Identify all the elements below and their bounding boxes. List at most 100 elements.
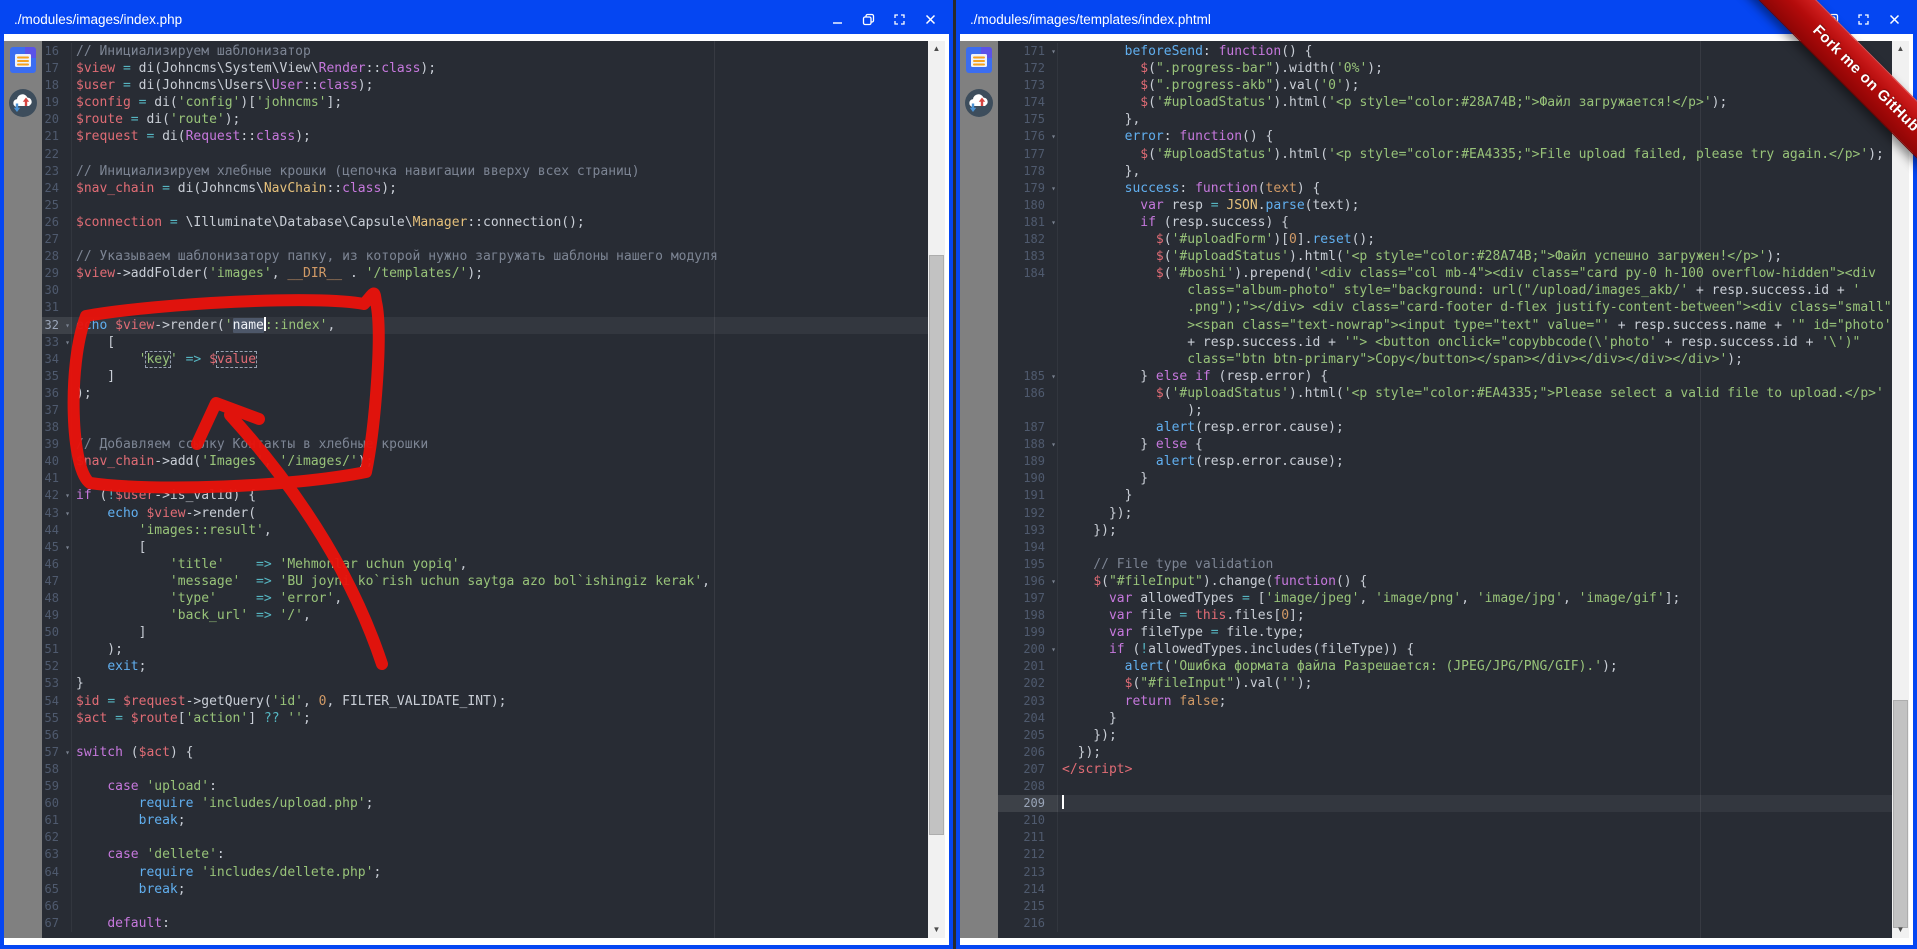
code-line[interactable]: 40$nav_chain->add('Images', '/images/'); <box>42 453 928 470</box>
line-number[interactable]: 52 <box>42 658 72 675</box>
line-number[interactable]: 183 <box>998 248 1058 265</box>
code-line[interactable]: 46 'title' => 'Mehmonlar uchun yopiq', <box>42 556 928 573</box>
restore-icon[interactable] <box>859 10 877 28</box>
code-line[interactable]: 32▾echo $view->render('name::index', <box>42 317 928 334</box>
fold-arrow-icon[interactable]: ▾ <box>1051 180 1056 197</box>
scroll-up-icon[interactable]: ▲ <box>928 41 945 57</box>
code-line[interactable]: 21$request = di(Request::class); <box>42 128 928 145</box>
code-line[interactable]: 199 var fileType = file.type; <box>998 624 1892 641</box>
code-line[interactable]: 208 <box>998 778 1892 795</box>
code-line[interactable]: 207</script> <box>998 761 1892 778</box>
line-number[interactable]: 35 <box>42 368 72 385</box>
line-number[interactable]: 184 <box>998 265 1058 282</box>
code-line[interactable]: 183 $('#uploadStatus').html('<p style="c… <box>998 248 1892 265</box>
line-number[interactable]: 59 <box>42 778 72 795</box>
code-line[interactable]: 54$id = $request->getQuery('id', 0, FILT… <box>42 693 928 710</box>
code-line[interactable]: 25 <box>42 197 928 214</box>
code-line[interactable]: 51 ); <box>42 641 928 658</box>
cloud-sync-icon[interactable] <box>964 88 994 123</box>
code-editor[interactable]: 16// Инициализируем шаблонизатор17$view … <box>42 41 928 938</box>
code-line[interactable]: 59 case 'upload': <box>42 778 928 795</box>
line-number[interactable]: 63 <box>42 846 72 863</box>
line-number[interactable]: 60 <box>42 795 72 812</box>
line-number[interactable]: 189 <box>998 453 1058 470</box>
line-number[interactable]: 192 <box>998 505 1058 522</box>
fold-arrow-icon[interactable]: ▾ <box>1051 368 1056 385</box>
line-number[interactable]: 207 <box>998 761 1058 778</box>
line-number[interactable]: 65 <box>42 881 72 898</box>
line-number[interactable]: 19 <box>42 94 72 111</box>
code-line[interactable]: 60 require 'includes/upload.php'; <box>42 795 928 812</box>
code-line[interactable]: 57▾switch ($act) { <box>42 744 928 761</box>
line-number[interactable] <box>998 351 1058 368</box>
code-line[interactable]: 215 <box>998 898 1892 915</box>
code-line[interactable]: 65 break; <box>42 881 928 898</box>
code-line[interactable]: 23// Инициализируем хлебные крошки (цепо… <box>42 163 928 180</box>
code-line[interactable]: 206 }); <box>998 744 1892 761</box>
line-number[interactable]: 29 <box>42 265 72 282</box>
line-number[interactable]: 214 <box>998 881 1058 898</box>
save-icon[interactable] <box>9 46 37 79</box>
line-number[interactable]: 193 <box>998 522 1058 539</box>
line-number[interactable]: 205 <box>998 727 1058 744</box>
line-number[interactable]: 185▾ <box>998 368 1058 385</box>
line-number[interactable]: 190 <box>998 470 1058 487</box>
line-number[interactable]: 58 <box>42 761 72 778</box>
vertical-scrollbar[interactable]: ▲ ▼ <box>928 41 945 938</box>
code-line[interactable]: 19$config = di('config')['johncms']; <box>42 94 928 111</box>
line-number[interactable]: 57▾ <box>42 744 72 761</box>
line-number[interactable]: 208 <box>998 778 1058 795</box>
code-line[interactable]: 187 alert(resp.error.cause); <box>998 419 1892 436</box>
line-number[interactable]: 51 <box>42 641 72 658</box>
line-number[interactable]: 53 <box>42 675 72 692</box>
line-number[interactable]: 39 <box>42 436 72 453</box>
code-line[interactable]: 203 return false; <box>998 693 1892 710</box>
code-line[interactable]: 36); <box>42 385 928 402</box>
line-number[interactable]: 31 <box>42 299 72 316</box>
line-number[interactable]: 199 <box>998 624 1058 641</box>
line-number[interactable]: 17 <box>42 60 72 77</box>
line-number[interactable]: 204 <box>998 710 1058 727</box>
line-number[interactable]: 197 <box>998 590 1058 607</box>
line-number[interactable]: 41 <box>42 470 72 487</box>
code-line[interactable]: 28// Указываем шаблонизатору папку, из к… <box>42 248 928 265</box>
fold-arrow-icon[interactable]: ▾ <box>1051 128 1056 145</box>
code-line[interactable]: 55$act = $route['action'] ?? ''; <box>42 710 928 727</box>
code-line[interactable]: 61 break; <box>42 812 928 829</box>
code-line[interactable]: 39// Добавляем ссылку Контакты в хлебные… <box>42 436 928 453</box>
line-number[interactable]: 174 <box>998 94 1058 111</box>
line-number[interactable]: 61 <box>42 812 72 829</box>
line-number[interactable]: 66 <box>42 898 72 915</box>
code-line[interactable]: 27 <box>42 231 928 248</box>
code-line[interactable]: 205 }); <box>998 727 1892 744</box>
line-number[interactable]: 67 <box>42 915 72 932</box>
code-line[interactable]: 186 $('#uploadStatus').html('<p style="c… <box>998 385 1892 402</box>
code-line[interactable]: 44 'images::result', <box>42 522 928 539</box>
line-number[interactable] <box>998 402 1058 419</box>
line-number[interactable]: 201 <box>998 658 1058 675</box>
line-number[interactable]: 44 <box>42 522 72 539</box>
code-line[interactable]: 33▾ [ <box>42 334 928 351</box>
code-line[interactable]: 18$user = di(Johncms\Users\User::class); <box>42 77 928 94</box>
code-line[interactable]: 24$nav_chain = di(Johncms\NavChain::clas… <box>42 180 928 197</box>
cloud-sync-icon[interactable] <box>8 88 38 123</box>
code-line[interactable]: ); <box>998 402 1892 419</box>
fold-arrow-icon[interactable]: ▾ <box>1051 641 1056 658</box>
line-number[interactable]: 200▾ <box>998 641 1058 658</box>
code-line[interactable]: 209 <box>998 795 1892 812</box>
line-number[interactable]: 22 <box>42 146 72 163</box>
line-number[interactable]: 21 <box>42 128 72 145</box>
line-number[interactable]: 177 <box>998 146 1058 163</box>
code-line[interactable]: 26$connection = \Illuminate\Database\Cap… <box>42 214 928 231</box>
line-number[interactable]: 56 <box>42 727 72 744</box>
line-number[interactable]: 64 <box>42 864 72 881</box>
line-number[interactable]: 203 <box>998 693 1058 710</box>
fold-arrow-icon[interactable]: ▾ <box>65 744 70 761</box>
fold-arrow-icon[interactable]: ▾ <box>1051 436 1056 453</box>
line-number[interactable]: 48 <box>42 590 72 607</box>
code-line[interactable]: 31 <box>42 299 928 316</box>
line-number[interactable] <box>998 282 1058 299</box>
scroll-down-icon[interactable]: ▼ <box>1892 922 1909 938</box>
code-line[interactable]: 198 var file = this.files[0]; <box>998 607 1892 624</box>
line-number[interactable]: 180 <box>998 197 1058 214</box>
